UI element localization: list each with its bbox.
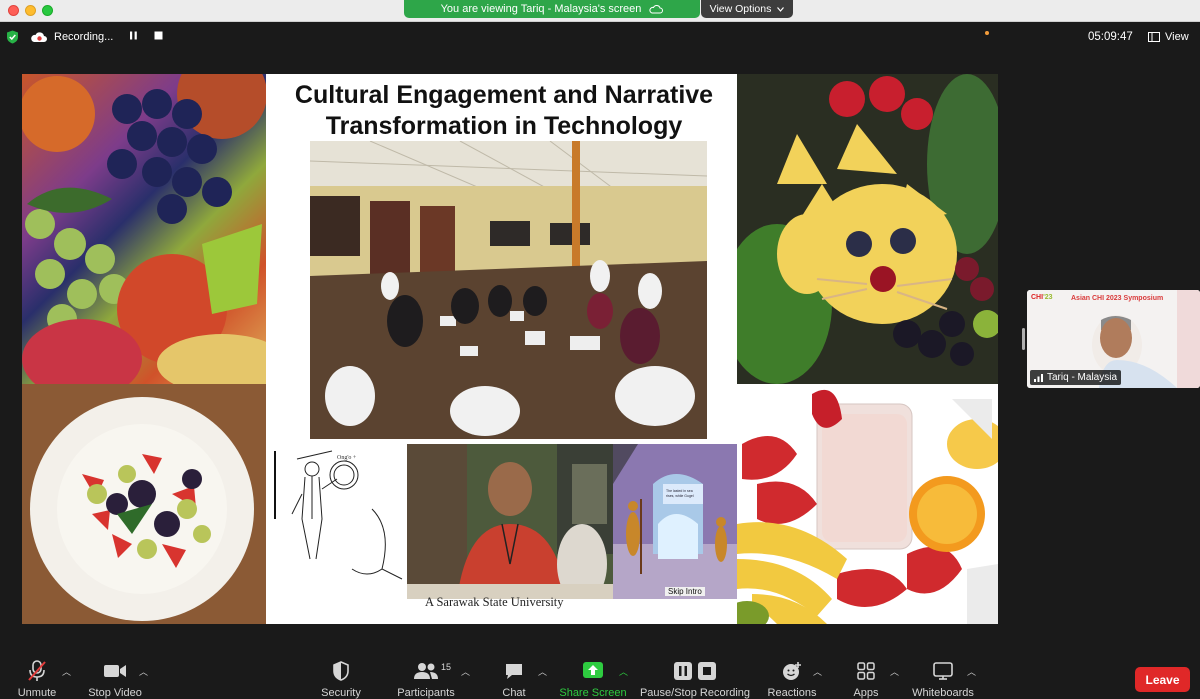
orange-status-dot [985, 31, 989, 35]
whiteboards-options-caret[interactable]: ︿ [967, 665, 976, 678]
whiteboards-label: Whiteboards [912, 687, 974, 699]
microphone-muted-icon [27, 660, 47, 682]
security-shield-icon [332, 660, 350, 682]
participants-options-caret[interactable]: ︿ [461, 665, 470, 678]
chat-options-caret[interactable]: ︿ [538, 665, 547, 678]
skip-intro-caption: Skip Intro [665, 587, 705, 596]
chat-button[interactable]: Chat [495, 660, 533, 699]
apps-button[interactable]: Apps [848, 660, 884, 699]
chat-label: Chat [502, 687, 526, 699]
participants-icon: 15 [413, 660, 451, 682]
view-options-label: View Options [709, 3, 772, 15]
meeting-controls-toolbar: Unmute ︿ Stop Video ︿ Security 15 Partic… [0, 656, 1200, 699]
view-label: View [1165, 31, 1189, 43]
fruit-photo-top-left [22, 74, 266, 384]
recording-indicator: Recording... [30, 29, 163, 45]
close-window-button[interactable] [8, 5, 19, 16]
share-screen-icon [583, 660, 603, 682]
smoothie-fruits-photo [737, 384, 998, 624]
security-label: Security [321, 687, 361, 699]
participants-button[interactable]: 15 Participants [394, 660, 458, 699]
participant-name-tag: Tariq - Malaysia [1030, 370, 1122, 385]
video-options-caret[interactable]: ︿ [139, 665, 148, 678]
audio-options-caret[interactable]: ︿ [62, 665, 71, 678]
reactions-button[interactable]: Reactions [765, 660, 819, 699]
asian-chi-logo: CHI'23 [1031, 294, 1053, 301]
view-button[interactable]: View [1148, 31, 1189, 43]
participant-video-thumbnail[interactable]: CHI'23 Asian CHI 2023 Symposium Tariq - … [1027, 290, 1200, 388]
recording-controls-icons [674, 660, 716, 682]
unmute-button[interactable]: Unmute [14, 660, 60, 699]
reactions-options-caret[interactable]: ︿ [813, 665, 822, 678]
university-caption: A Sarawak State University [425, 595, 564, 609]
shared-screen-slide: Cultural Engagement and Narrative Transf… [22, 74, 998, 624]
elder-interview-photo [407, 444, 613, 599]
workshop-photo [310, 141, 707, 439]
stop-video-label: Stop Video [88, 687, 142, 699]
fruit-salad-photo [22, 384, 266, 624]
svg-text:rises, while Gugel: rises, while Gugel [666, 494, 694, 498]
unmute-label: Unmute [17, 687, 57, 699]
reactions-label: Reactions [767, 687, 817, 699]
viewing-screen-text: You are viewing Tariq - Malaysia's scree… [440, 3, 642, 15]
stop-icon [698, 662, 716, 680]
leave-meeting-button[interactable]: Leave [1135, 667, 1190, 692]
whiteboard-icon [933, 660, 953, 682]
svg-text:The lasted in sea: The lasted in sea [666, 489, 693, 493]
participants-label: Participants [397, 687, 455, 699]
cat-fruit-platter-photo [737, 74, 998, 384]
svg-text:Ong'o +: Ong'o + [337, 455, 357, 461]
encryption-shield-icon[interactable] [6, 30, 19, 44]
apps-grid-icon [857, 660, 875, 682]
pause-icon [674, 662, 692, 680]
hunter-sketch-drawing: Ong'o + [272, 449, 405, 589]
cloud-icon [649, 4, 664, 13]
panel-resize-handle[interactable] [1022, 328, 1025, 350]
stop-video-button[interactable]: Stop Video [84, 660, 146, 699]
participants-count: 15 [441, 662, 452, 672]
recording-label: Recording... [54, 31, 114, 43]
share-screen-button[interactable]: Share Screen [558, 660, 628, 699]
security-button[interactable]: Security [316, 660, 366, 699]
slide-title-line-1: Cultural Engagement and Narrative [294, 81, 714, 109]
participant-name: Tariq - Malaysia [1047, 372, 1118, 383]
smiley-plus-icon [782, 660, 802, 682]
share-screen-label: Share Screen [559, 687, 627, 699]
game-intro-screenshot: The lasted in sea rises, while Gugel Ski… [613, 444, 737, 599]
signal-strength-icon [1034, 374, 1043, 382]
video-camera-icon [103, 660, 127, 682]
view-options-button[interactable]: View Options [701, 0, 793, 18]
pause-stop-recording-button[interactable]: Pause/Stop Recording [638, 660, 752, 699]
viewing-screen-banner: You are viewing Tariq - Malaysia's scree… [404, 0, 700, 18]
view-layout-icon [1148, 32, 1160, 42]
minimize-window-button[interactable] [25, 5, 36, 16]
zoom-window-button[interactable] [42, 5, 53, 16]
chevron-down-icon [777, 6, 785, 12]
share-options-caret[interactable]: ︿ [619, 665, 628, 678]
meeting-timer: 05:09:47 [1088, 31, 1133, 43]
apps-options-caret[interactable]: ︿ [890, 665, 899, 678]
meeting-info-bar: Recording... 05:09:47 View [0, 22, 1200, 52]
cloud-recording-icon [31, 32, 47, 42]
pause-stop-recording-label: Pause/Stop Recording [639, 687, 751, 699]
event-title: Asian CHI 2023 Symposium [1071, 295, 1164, 302]
stop-recording-icon[interactable] [154, 31, 163, 43]
pause-recording-icon[interactable] [129, 31, 138, 43]
chat-bubble-icon [504, 660, 524, 682]
apps-label: Apps [853, 687, 879, 699]
